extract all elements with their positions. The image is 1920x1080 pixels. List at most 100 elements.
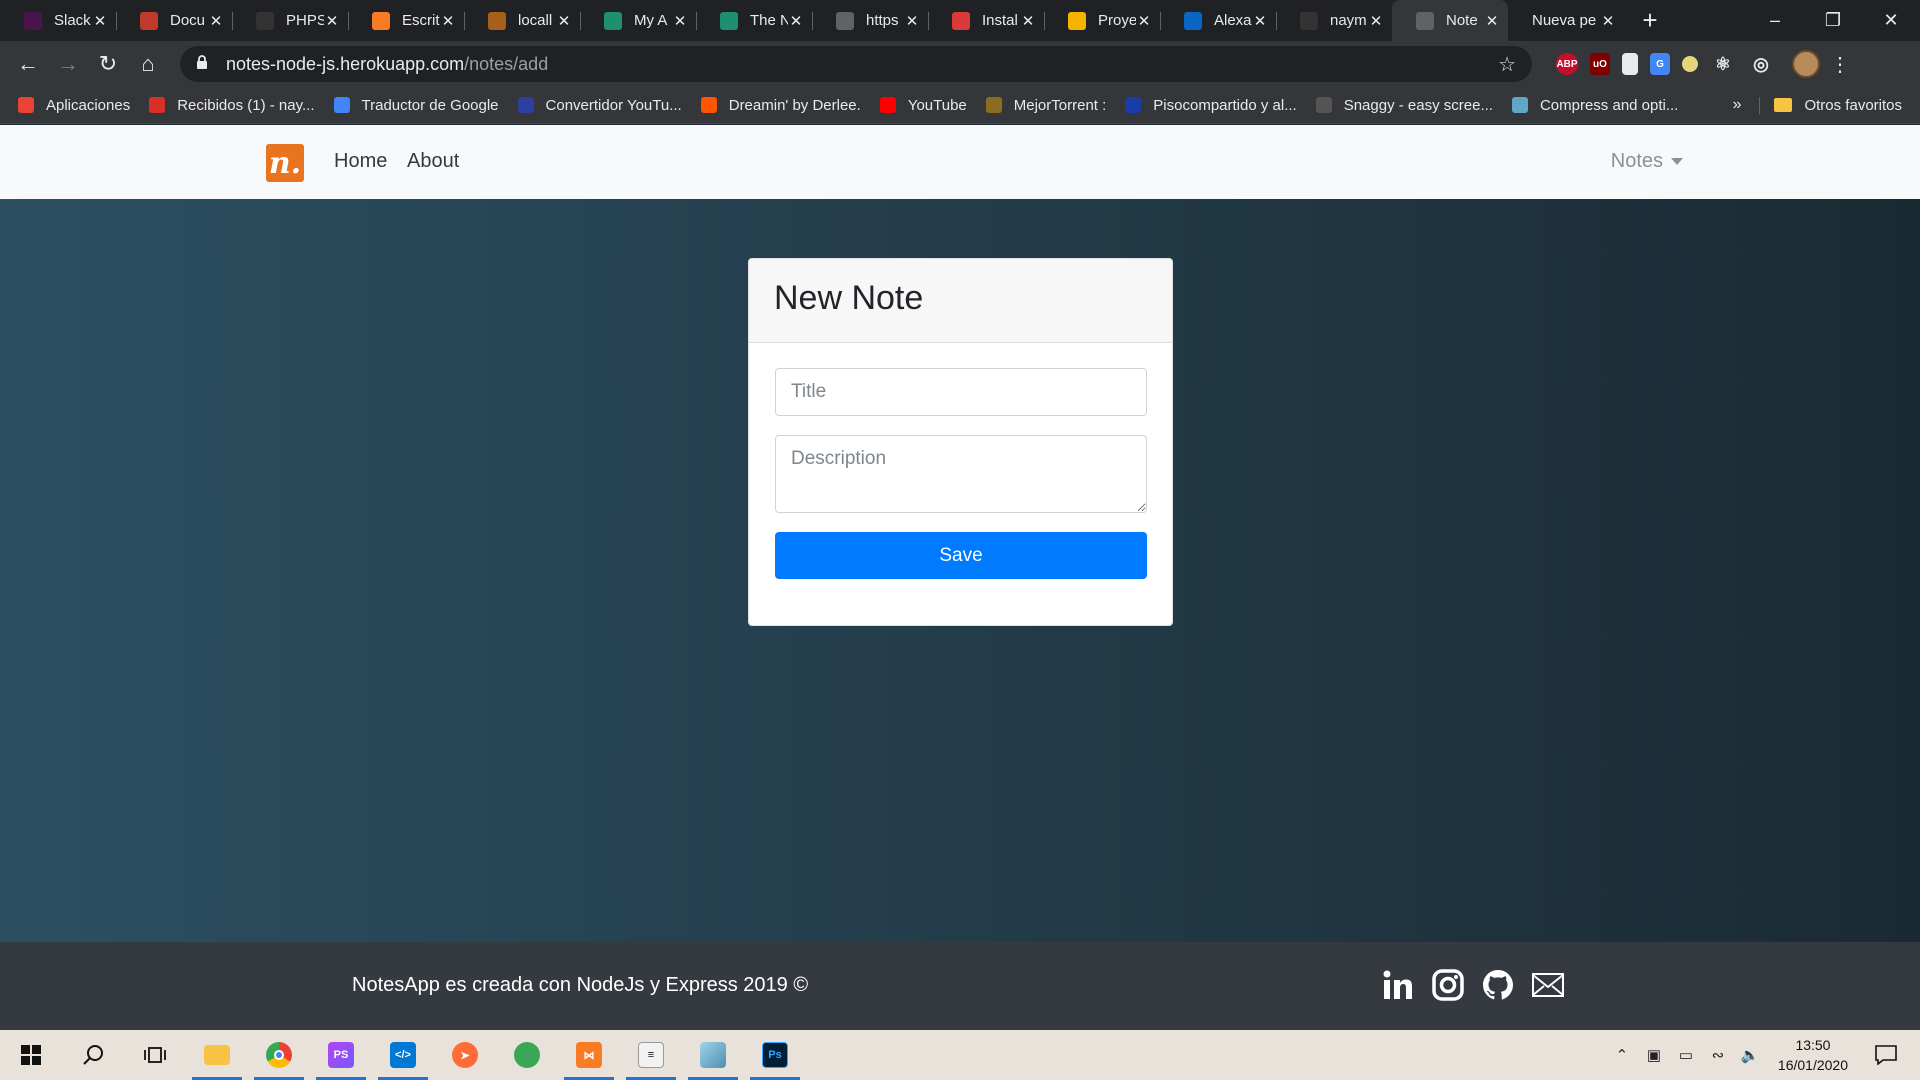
- brand-logo[interactable]: n.: [266, 144, 304, 182]
- close-icon[interactable]: ✕: [1368, 12, 1384, 30]
- phpstorm-app[interactable]: PS: [310, 1030, 372, 1080]
- github-icon[interactable]: [1480, 967, 1516, 1003]
- bookmark-item[interactable]: MejorTorrent :: [985, 97, 1106, 114]
- network-adapter-icon[interactable]: ▣: [1643, 1044, 1665, 1066]
- browser-tab[interactable]: Escrit ✕: [348, 0, 464, 41]
- start-button[interactable]: [0, 1030, 62, 1080]
- close-icon[interactable]: ✕: [904, 12, 920, 30]
- phpstorm-icon: PS: [328, 1042, 354, 1068]
- wifi-icon[interactable]: ∾: [1707, 1044, 1729, 1066]
- bookmark-item[interactable]: Aplicaciones: [18, 97, 130, 114]
- tab-title: naym: [1330, 12, 1367, 29]
- search-button[interactable]: [62, 1030, 124, 1080]
- browser-tab[interactable]: Note ✕: [1392, 0, 1508, 41]
- browser-tab[interactable]: Slack ✕: [0, 0, 116, 41]
- notification-icon: [1875, 1045, 1897, 1065]
- back-button[interactable]: ←: [8, 44, 48, 84]
- target-extension-icon[interactable]: ◎: [1748, 53, 1774, 75]
- new-tab-button[interactable]: +: [1632, 3, 1668, 39]
- photoshop-app[interactable]: Ps: [744, 1030, 806, 1080]
- bookmark-item[interactable]: Compress and opti...: [1511, 97, 1678, 114]
- linkedin-icon[interactable]: [1380, 967, 1416, 1003]
- bookmark-item[interactable]: Snaggy - easy scree...: [1315, 96, 1493, 114]
- bookmark-label: Snaggy - easy scree...: [1343, 96, 1493, 114]
- close-window-button[interactable]: ✕: [1862, 0, 1920, 41]
- bookmark-star-icon[interactable]: ☆: [1498, 52, 1516, 77]
- browser-tab[interactable]: Nueva pe ✕: [1508, 0, 1624, 41]
- nav-link-about[interactable]: About: [407, 150, 459, 173]
- home-button[interactable]: ⌂: [128, 44, 168, 84]
- ublock-icon[interactable]: uO: [1590, 53, 1610, 75]
- browser-tab[interactable]: Proye ✕: [1044, 0, 1160, 41]
- xampp-app[interactable]: ⋈: [558, 1030, 620, 1080]
- browser-tab[interactable]: PHPS ✕: [232, 0, 348, 41]
- chevron-up-icon[interactable]: ⌃: [1611, 1044, 1633, 1066]
- close-icon[interactable]: ✕: [1136, 12, 1152, 30]
- heart-icon: [952, 11, 970, 30]
- nav-link-home[interactable]: Home: [334, 150, 387, 173]
- notifications-button[interactable]: [1866, 1035, 1906, 1075]
- bookmark-item[interactable]: Recibidos (1) - nay...: [149, 97, 315, 114]
- browser-tab[interactable]: Instal ✕: [928, 0, 1044, 41]
- terminal-app[interactable]: [496, 1030, 558, 1080]
- browser-tab[interactable]: https ✕: [812, 0, 928, 41]
- file-explorer-app[interactable]: [186, 1030, 248, 1080]
- editor-app[interactable]: [682, 1030, 744, 1080]
- notes-dropdown[interactable]: Notes: [1611, 150, 1683, 173]
- volume-icon[interactable]: 🔈: [1739, 1044, 1761, 1066]
- footer-text: NotesApp es creada con NodeJs y Express …: [352, 974, 809, 996]
- browser-tab[interactable]: Docu ✕: [116, 0, 232, 41]
- battery-icon[interactable]: ▭: [1675, 1044, 1697, 1066]
- chrome-app[interactable]: [248, 1030, 310, 1080]
- browser-tab[interactable]: The N ✕: [696, 0, 812, 41]
- mail-icon[interactable]: [1530, 967, 1566, 1003]
- close-icon[interactable]: ✕: [1020, 12, 1036, 30]
- postman-app[interactable]: ➤: [434, 1030, 496, 1080]
- close-icon[interactable]: ✕: [556, 12, 572, 30]
- browser-tab[interactable]: My A ✕: [580, 0, 696, 41]
- browser-tab[interactable]: locall ✕: [464, 0, 580, 41]
- tab-title: Note: [1446, 12, 1478, 29]
- document-icon: [140, 11, 158, 30]
- close-icon[interactable]: ✕: [92, 12, 108, 30]
- bookmark-label: YouTube: [907, 96, 967, 114]
- profile-avatar[interactable]: [1792, 50, 1820, 78]
- close-icon[interactable]: ✕: [1252, 12, 1268, 30]
- bookmark-item[interactable]: Convertidor YouTu...: [517, 97, 682, 114]
- react-devtools-icon[interactable]: ⚛: [1710, 53, 1736, 75]
- browser-tab-strip: Slack ✕ Docu ✕ PHPS ✕ Escrit ✕ locall ✕ My A ✕ The N…: [0, 0, 1920, 41]
- close-icon[interactable]: ✕: [672, 12, 688, 30]
- close-icon[interactable]: ✕: [440, 12, 456, 30]
- bookmark-item[interactable]: Traductor de Google: [333, 97, 499, 114]
- close-icon[interactable]: ✕: [208, 12, 224, 30]
- document-extension-icon[interactable]: [1622, 53, 1638, 75]
- other-bookmarks-folder[interactable]: Otros favoritos: [1759, 96, 1902, 114]
- browser-tab[interactable]: naym ✕: [1276, 0, 1392, 41]
- instagram-icon[interactable]: [1430, 967, 1466, 1003]
- restore-button[interactable]: ❐: [1804, 0, 1862, 41]
- bookmark-item[interactable]: Dreamin' by Derlee.: [700, 97, 861, 114]
- lightbulb-extension-icon[interactable]: [1682, 56, 1698, 72]
- bookmarks-overflow[interactable]: »: [1733, 96, 1742, 114]
- description-textarea[interactable]: [775, 435, 1147, 513]
- close-icon[interactable]: ✕: [788, 12, 804, 30]
- bookmark-item[interactable]: Pisocompartido y al...: [1125, 97, 1297, 114]
- task-view-button[interactable]: [124, 1030, 186, 1080]
- clock[interactable]: 13:50 16/01/2020: [1778, 1035, 1848, 1075]
- google-translate-icon[interactable]: G: [1650, 53, 1670, 75]
- close-icon[interactable]: ✕: [1600, 12, 1616, 30]
- forward-button[interactable]: →: [48, 44, 88, 84]
- notepad-app[interactable]: ≡: [620, 1030, 682, 1080]
- reload-button[interactable]: ↻: [88, 44, 128, 84]
- close-icon[interactable]: ✕: [324, 12, 340, 30]
- address-bar[interactable]: notes-node-js.herokuapp.com/notes/add ☆: [180, 46, 1532, 82]
- browser-tab[interactable]: Alexa ✕: [1160, 0, 1276, 41]
- minimize-button[interactable]: –: [1746, 0, 1804, 41]
- browser-menu-icon[interactable]: ⋮: [1830, 52, 1850, 77]
- vscode-app[interactable]: </>: [372, 1030, 434, 1080]
- adblock-plus-icon[interactable]: ABP: [1556, 53, 1578, 75]
- bookmark-item[interactable]: YouTube: [879, 96, 967, 114]
- save-button[interactable]: Save: [775, 532, 1147, 579]
- title-input[interactable]: [775, 368, 1147, 416]
- close-icon[interactable]: ✕: [1484, 12, 1500, 30]
